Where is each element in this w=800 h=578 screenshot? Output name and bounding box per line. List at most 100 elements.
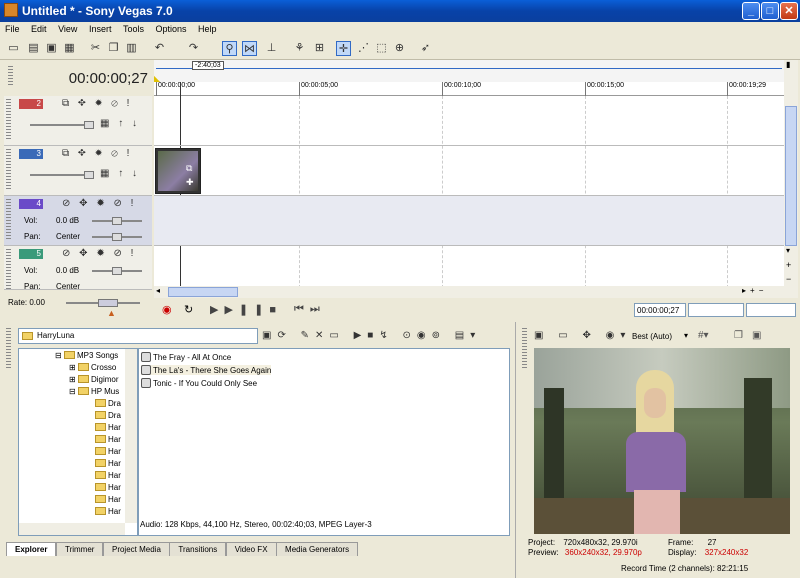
auto-crossfade-icon[interactable]: ⋈	[242, 41, 257, 56]
menu-insert[interactable]: Insert	[84, 22, 116, 34]
timeline[interactable]: -2:40;03 ◣ 00:00:00;00 00:00:05;00 00:00…	[154, 60, 784, 298]
rate-slider[interactable]	[66, 299, 140, 307]
ignore-grouping-icon[interactable]: ⊞	[312, 41, 327, 56]
tab-transitions[interactable]: Transitions	[169, 542, 227, 556]
tree-item[interactable]: ⊟ MP3 Songs	[55, 351, 118, 360]
track-lane[interactable]	[154, 196, 784, 246]
file-list[interactable]: The Fray - All At Once The La's - There …	[138, 348, 510, 536]
track-lane[interactable]	[154, 146, 784, 196]
play-controls[interactable]: ▶▶❚❚■	[210, 303, 282, 316]
explorer-toolbar[interactable]: ▣⟳ ✎✕▭ ▶■↯ ⊙◉⊚ ▤▾	[262, 330, 481, 341]
scroll-down-icon[interactable]: ▾	[786, 246, 790, 255]
tree-item[interactable]: Dra	[95, 411, 121, 420]
tree-item[interactable]: Har	[95, 507, 121, 516]
preview-quality[interactable]: Best (Auto)	[632, 332, 672, 341]
file-item-selected[interactable]: The La's - There She Goes Again	[141, 365, 272, 375]
track-grip-icon[interactable]	[6, 99, 11, 139]
menu-help[interactable]: Help	[193, 22, 221, 34]
maximize-button[interactable]: □	[761, 2, 779, 20]
track-lane[interactable]	[154, 96, 784, 146]
cut-icon[interactable]: ✂	[88, 41, 103, 56]
dock-grip-icon[interactable]	[522, 328, 527, 368]
tab-project-media[interactable]: Project Media	[102, 542, 170, 556]
tab-video-fx[interactable]: Video FX	[225, 542, 277, 556]
tree-item[interactable]: Har	[95, 447, 121, 456]
pan-slider[interactable]	[92, 233, 142, 241]
ripple-icon[interactable]: ⊥	[264, 41, 279, 56]
menu-edit[interactable]: Edit	[26, 22, 51, 34]
tab-media-generators[interactable]: Media Generators	[276, 542, 359, 556]
copy-icon[interactable]: ❐	[106, 41, 121, 56]
track-grip-icon[interactable]	[6, 199, 11, 239]
track-controls[interactable]: ⧉ ✥ ✹ ⊘ !	[62, 98, 132, 109]
snap-icon[interactable]: ⚲	[222, 41, 237, 56]
folder-tree[interactable]: ⊟ MP3 Songs ⊞ Crosso ⊞ Digimor ⊟ HP Mus …	[18, 348, 138, 536]
tree-item[interactable]: ⊞ Crosso	[69, 363, 116, 372]
tree-hscrollbar[interactable]	[19, 523, 125, 535]
loop-icon[interactable]: ↻	[184, 303, 193, 316]
track-controls[interactable]: ⧉ ✥ ✹ ⊘ !	[62, 148, 132, 159]
save-snapshot-icon[interactable]: ▣	[752, 330, 761, 341]
close-button[interactable]: ✕	[780, 2, 798, 20]
menu-file[interactable]: File	[0, 22, 24, 34]
tree-scrollbar[interactable]	[125, 349, 137, 523]
selection-start-field[interactable]	[688, 303, 744, 317]
redo-icon[interactable]: ↷	[186, 41, 201, 56]
paste-icon[interactable]: ▥	[124, 41, 139, 56]
level-slider[interactable]	[30, 121, 94, 129]
help-pointer-icon[interactable]: ➶	[418, 41, 433, 56]
zoom-tool-icon[interactable]: ⊕	[392, 41, 407, 56]
record-icon[interactable]: ◉	[162, 303, 172, 316]
volume-slider[interactable]	[92, 217, 142, 225]
marker-bar[interactable]: -2:40;03 ◣	[154, 60, 784, 83]
minimize-button[interactable]: _	[742, 2, 760, 20]
track-controls[interactable]: ⊘ ✥ ✹ ⊘ !	[62, 198, 136, 209]
grip-icon[interactable]	[8, 66, 13, 86]
tab-trimmer[interactable]: Trimmer	[55, 542, 104, 556]
menu-options[interactable]: Options	[151, 22, 191, 34]
copy-snapshot-icon[interactable]: ❐	[734, 330, 743, 341]
time-ruler[interactable]: 00:00:00;00 00:00:05;00 00:00:10;00 00:0…	[154, 82, 784, 96]
track-header-2[interactable]: 2 ⧉ ✥ ✹ ⊘ ! ▦ ↑ ↓	[4, 96, 152, 146]
quality-dropdown-icon[interactable]: ▾	[684, 331, 688, 340]
tree-item[interactable]: Har	[95, 495, 121, 504]
file-item[interactable]: The Fray - All At Once	[141, 352, 231, 362]
level-slider[interactable]	[30, 171, 94, 179]
seek-controls[interactable]: ⏮⏭	[294, 303, 326, 316]
track-grip-icon[interactable]	[6, 249, 11, 289]
tree-item[interactable]: Dra	[95, 399, 121, 408]
volume-slider[interactable]	[92, 267, 142, 275]
preview-toolbar[interactable]: ▣ ▭ ✥ ◉▾	[534, 330, 631, 341]
tree-item[interactable]: Har	[95, 459, 121, 468]
track-header-5[interactable]: 5 ⊘ ✥ ✹ ⊘ ! Vol: 0.0 dB Pan: Center	[4, 246, 152, 290]
track-motion-icons[interactable]: ▦ ↑ ↓	[100, 168, 140, 179]
zoom-in-icon[interactable]: +	[786, 260, 791, 270]
tab-explorer[interactable]: Explorer	[6, 542, 57, 556]
fx-icon[interactable]: ✚	[186, 177, 194, 188]
video-clip[interactable]: ⧉ ✚	[155, 148, 201, 194]
track-grip-icon[interactable]	[6, 149, 11, 189]
tree-item[interactable]: Har	[95, 435, 121, 444]
track-controls[interactable]: ⊘ ✥ ✹ ⊘ !	[62, 248, 136, 259]
scroll-thumb[interactable]	[785, 106, 797, 246]
menu-view[interactable]: View	[53, 22, 81, 34]
track-header-3[interactable]: 3 ⧉ ✥ ✹ ⊘ ! ▦ ↑ ↓	[4, 146, 152, 196]
save-icon[interactable]: ▣	[44, 41, 59, 56]
selection-end-field[interactable]	[746, 303, 796, 317]
tree-item[interactable]: Har	[95, 471, 121, 480]
selection-tool-icon[interactable]: ⬚	[374, 41, 389, 56]
pin-icon[interactable]: ▮	[786, 60, 790, 69]
undo-icon[interactable]: ↶	[152, 41, 167, 56]
menu-tools[interactable]: Tools	[118, 22, 148, 34]
properties-icon[interactable]: ▦	[62, 41, 77, 56]
normal-edit-tool-icon[interactable]: ✛	[336, 41, 351, 56]
hscroll-thumb[interactable]	[168, 287, 238, 297]
overlays-icon[interactable]: #▾	[698, 330, 709, 341]
scroll-left-icon[interactable]: ◂	[156, 286, 160, 295]
file-item[interactable]: Tonic - If You Could Only See	[141, 378, 257, 388]
zoom-out-icon[interactable]: −	[786, 274, 791, 284]
tree-item[interactable]: Har	[95, 423, 121, 432]
tree-item[interactable]: Har	[95, 483, 121, 492]
lock-envelopes-icon[interactable]: ⚘	[292, 41, 307, 56]
path-combo[interactable]: HarryLuna	[18, 328, 258, 344]
